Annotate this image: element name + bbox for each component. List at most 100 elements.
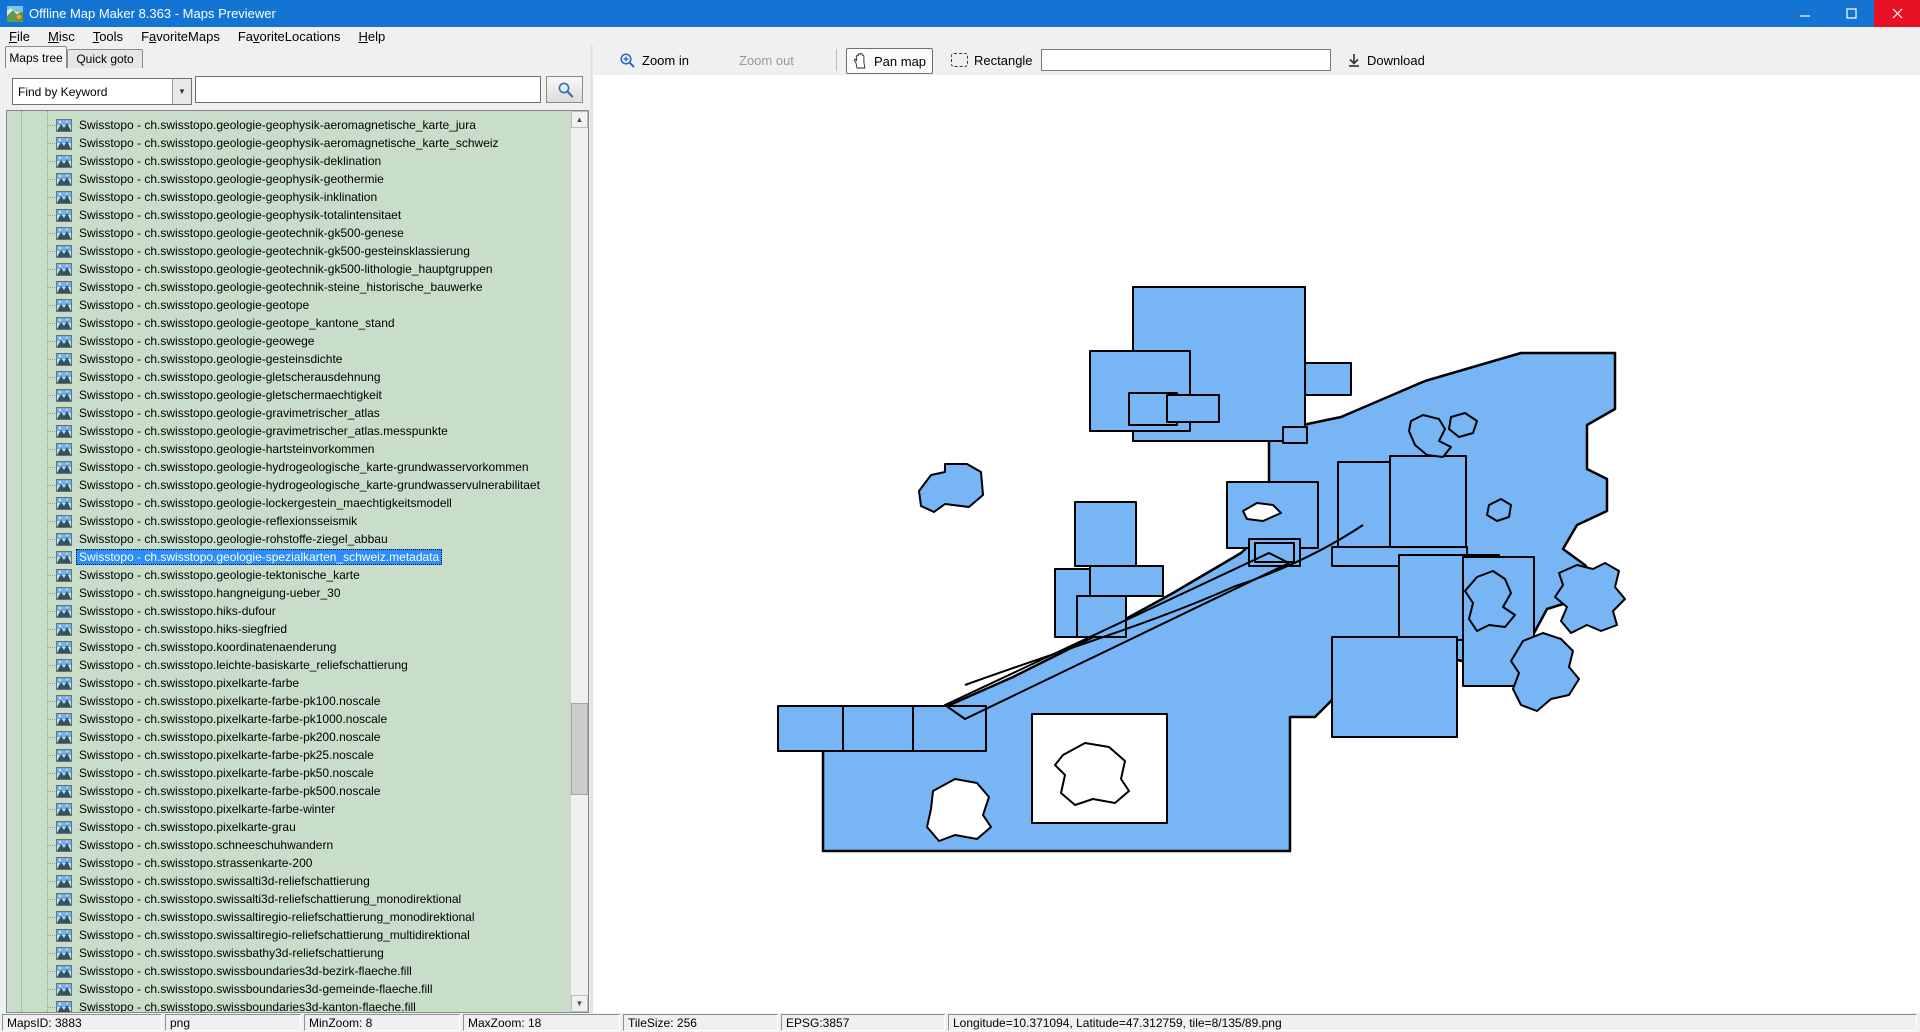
tree-item[interactable]: Swisstopo - ch.swisstopo.swissaltiregio-… (7, 908, 571, 926)
tree-item[interactable]: Swisstopo - ch.swisstopo.geologie-gletsc… (7, 368, 571, 386)
menu-misc[interactable]: Misc (39, 28, 84, 45)
tree-item-label: Swisstopo - ch.swisstopo.pixelkarte-farb… (76, 711, 390, 727)
map-region (919, 464, 983, 512)
menu-favoritemaps[interactable]: FavoriteMaps (132, 28, 229, 45)
tree-item[interactable]: Swisstopo - ch.swisstopo.swissboundaries… (7, 962, 571, 980)
tree-item-label: Swisstopo - ch.swisstopo.swissalti3d-rel… (76, 873, 373, 889)
tree-item[interactable]: Swisstopo - ch.swisstopo.strassenkarte-2… (7, 854, 571, 872)
tab-quick-goto[interactable]: Quick goto (67, 49, 143, 68)
tree-connector (47, 377, 55, 378)
tree-item[interactable]: Swisstopo - ch.swisstopo.hiks-siegfried (7, 620, 571, 638)
pan-map-button[interactable]: Pan map (846, 48, 933, 74)
scrollbar-thumb[interactable] (571, 703, 588, 795)
tree-item[interactable]: Swisstopo - ch.swisstopo.swissbathy3d-re… (7, 944, 571, 962)
tree-item[interactable]: Swisstopo - ch.swisstopo.geologie-geotop… (7, 296, 571, 314)
tree-item[interactable]: Swisstopo - ch.swisstopo.leichte-basiska… (7, 656, 571, 674)
tree-item[interactable]: Swisstopo - ch.swisstopo.geologie-geotec… (7, 260, 571, 278)
map-tile-rect (1390, 456, 1466, 553)
map-layer-icon (56, 227, 72, 240)
tree-item[interactable]: Swisstopo - ch.swisstopo.pixelkarte-farb… (7, 782, 571, 800)
maximize-button[interactable] (1828, 0, 1874, 27)
tab-maps-tree[interactable]: Maps tree (5, 46, 67, 68)
tree-item[interactable]: Swisstopo - ch.swisstopo.pixelkarte-farb… (7, 674, 571, 692)
map-layer-icon (56, 767, 72, 780)
tree-connector (47, 215, 55, 216)
tree-item[interactable]: Swisstopo - ch.swisstopo.geologie-geophy… (7, 206, 571, 224)
tree-item[interactable]: Swisstopo - ch.swisstopo.pixelkarte-farb… (7, 800, 571, 818)
tree-item[interactable]: Swisstopo - ch.swisstopo.geologie-gletsc… (7, 386, 571, 404)
tree-item[interactable]: Swisstopo - ch.swisstopo.geologie-geoweg… (7, 332, 571, 350)
tree-item[interactable]: Swisstopo - ch.swisstopo.geologie-geophy… (7, 116, 571, 134)
zoom-out-button[interactable]: Zoom out (733, 48, 800, 72)
tree-item[interactable]: Swisstopo - ch.swisstopo.swissboundaries… (7, 980, 571, 998)
tree-item[interactable]: Swisstopo - ch.swisstopo.pixelkarte-farb… (7, 764, 571, 782)
minimize-button[interactable] (1782, 0, 1828, 27)
tree-connector (47, 827, 55, 828)
tree-item[interactable]: Swisstopo - ch.swisstopo.geologie-geotop… (7, 314, 571, 332)
tab-quick-goto-label: Quick goto (76, 52, 133, 66)
tree-item[interactable]: Swisstopo - ch.swisstopo.geologie-geotec… (7, 224, 571, 242)
tree-item[interactable]: Swisstopo - ch.swisstopo.koordinatenaend… (7, 638, 571, 656)
chevron-down-icon: ▼ (172, 79, 191, 104)
toolbar-text-input[interactable] (1041, 49, 1331, 71)
search-button[interactable] (546, 76, 583, 103)
tree-item-label: Swisstopo - ch.swisstopo.schneeschuhwand… (76, 837, 336, 853)
map-canvas[interactable] (593, 75, 1920, 1013)
tree-item[interactable]: Swisstopo - ch.swisstopo.pixelkarte-farb… (7, 710, 571, 728)
tree-connector (47, 125, 55, 126)
tree-item[interactable]: Swisstopo - ch.swisstopo.geologie-hartst… (7, 440, 571, 458)
tree-item[interactable]: Swisstopo - ch.swisstopo.geologie-gestei… (7, 350, 571, 368)
tree-item[interactable]: Swisstopo - ch.swisstopo.schneeschuhwand… (7, 836, 571, 854)
tree-item-label: Swisstopo - ch.swisstopo.swissboundaries… (76, 963, 415, 979)
tree-item[interactable]: Swisstopo - ch.swisstopo.geologie-locker… (7, 494, 571, 512)
tree-item[interactable]: Swisstopo - ch.swisstopo.swissboundaries… (7, 998, 571, 1013)
tree-item[interactable]: Swisstopo - ch.swisstopo.geologie-hydrog… (7, 458, 571, 476)
tree-item[interactable]: Swisstopo - ch.swisstopo.swissaltiregio-… (7, 926, 571, 944)
offline-map-maker-window: Offline Map Maker 8.363 - Maps Previewer… (0, 0, 1920, 1032)
tree-item[interactable]: Swisstopo - ch.swisstopo.hangneigung-ueb… (7, 584, 571, 602)
map-preview-area[interactable] (593, 75, 1920, 1013)
rectangle-button[interactable]: Rectangle (945, 48, 1039, 72)
tree-item[interactable]: Swisstopo - ch.swisstopo.pixelkarte-farb… (7, 746, 571, 764)
tree-item[interactable]: Swisstopo - ch.swisstopo.geologie-rohsto… (7, 530, 571, 548)
tree-item[interactable]: Swisstopo - ch.swisstopo.swissalti3d-rel… (7, 872, 571, 890)
tree-item[interactable]: Swisstopo - ch.swisstopo.pixelkarte-farb… (7, 728, 571, 746)
tree-item[interactable]: Swisstopo - ch.swisstopo.swissalti3d-rel… (7, 890, 571, 908)
tree-connector (47, 305, 55, 306)
tree-item[interactable]: Swisstopo - ch.swisstopo.pixelkarte-farb… (7, 692, 571, 710)
tree-item[interactable]: Swisstopo - ch.swisstopo.geologie-geophy… (7, 170, 571, 188)
tree-item[interactable]: Swisstopo - ch.swisstopo.geologie-gravim… (7, 422, 571, 440)
scroll-up-icon[interactable]: ▲ (571, 111, 588, 128)
tree-item[interactable]: Swisstopo - ch.swisstopo.geologie-geophy… (7, 188, 571, 206)
tree-item[interactable]: Swisstopo - ch.swisstopo.geologie-geophy… (7, 134, 571, 152)
scroll-down-icon[interactable]: ▼ (571, 995, 588, 1012)
map-tile-rect (1090, 566, 1163, 596)
tree-item[interactable]: Swisstopo - ch.swisstopo.geologie-geophy… (7, 152, 571, 170)
tree-item[interactable]: Swisstopo - ch.swisstopo.geologie-geotec… (7, 242, 571, 260)
download-button[interactable]: Download (1341, 48, 1431, 72)
zoom-in-button[interactable]: Zoom in (613, 48, 695, 72)
tree-item-label: Swisstopo - ch.swisstopo.swissboundaries… (76, 999, 419, 1013)
menu-file[interactable]: File (0, 28, 39, 45)
keyword-search-input[interactable] (195, 76, 541, 103)
tree-connector (47, 521, 55, 522)
tree-connector (47, 683, 55, 684)
tree-item[interactable]: Swisstopo - ch.swisstopo.geologie-gravim… (7, 404, 571, 422)
tree-item[interactable]: Swisstopo - ch.swisstopo.hiks-dufour (7, 602, 571, 620)
tree-item-label: Swisstopo - ch.swisstopo.geologie-reflex… (76, 513, 360, 529)
tree-item[interactable]: Swisstopo - ch.swisstopo.geologie-hydrog… (7, 476, 571, 494)
menu-favoritelocations[interactable]: FavoriteLocations (229, 28, 350, 45)
map-layer-icon (56, 659, 72, 672)
rectangle-icon (951, 53, 968, 67)
tree-scrollbar[interactable]: ▲ ▼ (570, 111, 588, 1012)
tree-item[interactable]: Swisstopo - ch.swisstopo.geologie-reflex… (7, 512, 571, 530)
find-by-dropdown[interactable]: Find by Keyword ▼ (12, 78, 192, 105)
menu-help[interactable]: Help (349, 28, 394, 45)
tree-item[interactable]: Swisstopo - ch.swisstopo.geologie-tekton… (7, 566, 571, 584)
tree-item-selected[interactable]: Swisstopo - ch.swisstopo.geologie-spezia… (7, 548, 571, 566)
tree-item[interactable]: Swisstopo - ch.swisstopo.pixelkarte-grau (7, 818, 571, 836)
tree-item-label: Swisstopo - ch.swisstopo.geologie-hydrog… (76, 459, 532, 475)
menu-tools[interactable]: Tools (84, 28, 132, 45)
tree-item[interactable]: Swisstopo - ch.swisstopo.geologie-geotec… (7, 278, 571, 296)
close-button[interactable] (1874, 0, 1920, 27)
